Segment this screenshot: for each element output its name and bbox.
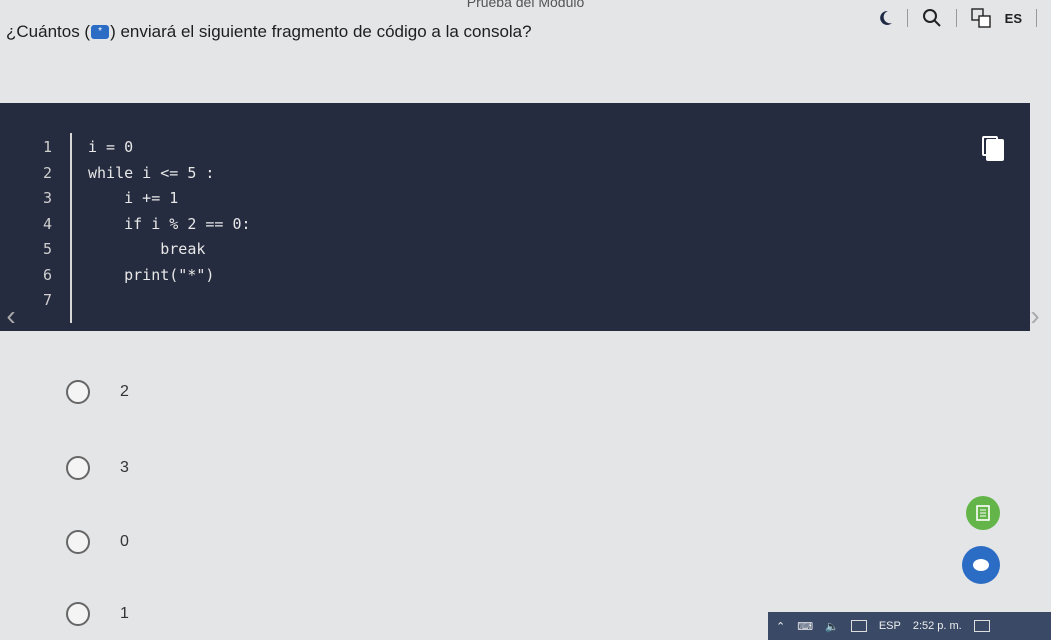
answer-option[interactable]: 0	[66, 530, 129, 554]
radio-button[interactable]	[66, 380, 90, 404]
taskbar-clock[interactable]: 2:52 p. m.	[913, 620, 962, 632]
chat-bubble-icon[interactable]	[962, 546, 1000, 584]
line-number: 7	[42, 291, 52, 309]
line-number: 4	[42, 214, 52, 233]
search-icon[interactable]	[922, 8, 942, 28]
code-panel: 1 i = 0 2 while i <= 5 : 3 i += 1 4 if i % 2 …	[0, 103, 1030, 331]
taskbar-language[interactable]: ESP	[879, 620, 901, 632]
divider	[906, 9, 908, 27]
answer-option[interactable]: 3	[66, 456, 129, 480]
code-text: break	[88, 240, 206, 258]
question-prefix: ¿Cuántos (	[6, 22, 91, 41]
option-label: 0	[120, 533, 129, 550]
keyboard-icon[interactable]: ⌨	[797, 620, 813, 633]
line-number: 2	[42, 163, 52, 182]
line-number: 5	[42, 240, 52, 258]
option-label: 3	[120, 459, 129, 476]
code-text: if i % 2 == 0:	[88, 214, 251, 233]
translate-icon[interactable]	[970, 8, 991, 28]
code-text: i += 1	[88, 189, 179, 207]
code-text: print("*")	[88, 265, 215, 284]
chevron-up-icon[interactable]: ⌃	[776, 620, 785, 633]
top-toolbar: ES	[877, 8, 1037, 28]
line-number: 1	[42, 138, 52, 156]
divider	[955, 9, 957, 27]
radio-button[interactable]	[66, 602, 90, 626]
code-text: while i <= 5 :	[88, 163, 215, 182]
line-number-gutter	[58, 133, 72, 323]
answer-option[interactable]: 1	[66, 602, 129, 626]
code-text: i = 0	[88, 138, 134, 156]
option-label: 2	[120, 383, 129, 400]
notes-icon[interactable]	[966, 496, 1000, 530]
option-label: 1	[120, 605, 129, 622]
taskbar: ⌃ ⌨ 🔈 ESP 2:52 p. m.	[768, 612, 1051, 640]
question-suffix: ) enviará el siguiente fragmento de códi…	[110, 22, 532, 41]
prev-arrow-icon[interactable]: ‹	[0, 296, 22, 336]
notifications-icon[interactable]	[973, 620, 990, 632]
asterisk-badge-icon: *	[91, 25, 110, 39]
network-icon[interactable]	[850, 620, 867, 632]
divider	[1036, 9, 1037, 27]
radio-button[interactable]	[66, 456, 90, 480]
moon-icon[interactable]	[877, 10, 893, 26]
line-number: 3	[42, 189, 52, 207]
question-text: ¿Cuántos ( * ) enviará el siguiente frag…	[6, 22, 532, 42]
language-selector[interactable]: ES	[1005, 11, 1022, 26]
volume-icon[interactable]: 🔈	[825, 620, 839, 633]
line-number: 6	[42, 265, 52, 284]
radio-button[interactable]	[66, 530, 90, 554]
answer-option[interactable]: 2	[66, 380, 129, 404]
copy-icon[interactable]	[982, 136, 1004, 161]
next-arrow-icon[interactable]: ›	[1024, 296, 1046, 336]
